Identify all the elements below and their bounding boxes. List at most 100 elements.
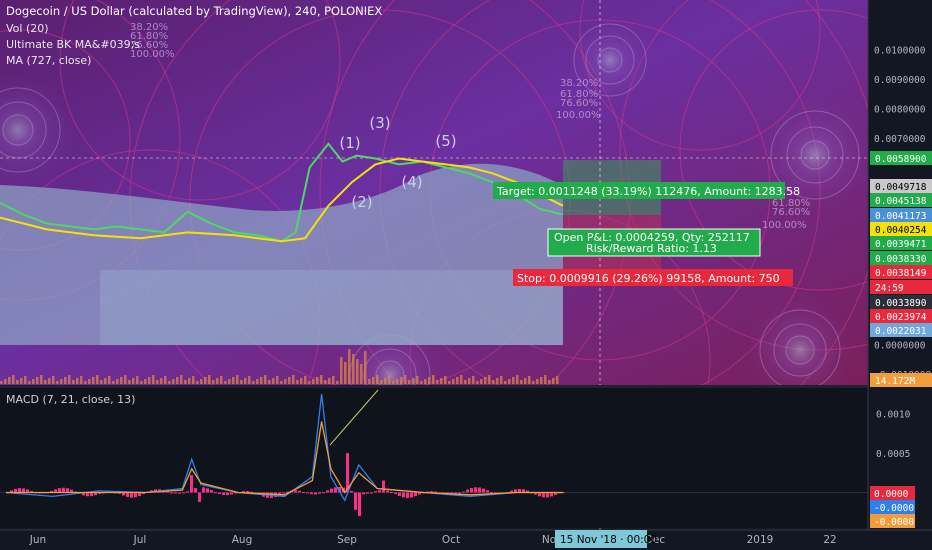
target-label[interactable]: Target: 0.0011248 (33.19%) 112476, Amoun… [493, 182, 800, 199]
volume-bar [112, 381, 115, 384]
volume-bar [536, 379, 539, 384]
volume-bar [184, 380, 187, 384]
volume-bar [128, 380, 131, 384]
volume-bar [268, 380, 271, 384]
stop-label-text: Stop: 0.0009916 (29.26%) 99158, Amount: … [517, 272, 780, 285]
volume-bar [364, 351, 367, 384]
macd-histogram-bar [366, 492, 369, 494]
price-label-text: 0.0040254 [875, 225, 927, 236]
volume-bar [440, 378, 443, 384]
volume-bar [192, 376, 195, 384]
volume-bar [376, 375, 379, 384]
macd-tick-label: 0.0010 [876, 410, 911, 421]
volume-bar [108, 376, 111, 384]
macd-histogram-bar [382, 480, 385, 493]
price-label-text: 0.0049718 [875, 182, 927, 193]
volume-bar [348, 349, 351, 384]
price-tick-label: 0.0090000 [874, 75, 926, 86]
chart-title: Dogecoin / US Dollar (calculated by Trad… [6, 4, 382, 18]
macd-histogram-bar [370, 492, 373, 494]
volume-bar [256, 379, 259, 384]
target-label-text: Target: 0.0011248 (33.19%) 112476, Amoun… [496, 185, 800, 198]
volume-bar [512, 377, 515, 384]
price-tick-label: 0.0070000 [874, 134, 926, 145]
wave-label: (3) [369, 114, 390, 132]
fib-label: 100.00% [556, 110, 601, 121]
macd-histogram-bar [294, 490, 297, 493]
volume-bar [136, 376, 139, 384]
stop-label[interactable]: Stop: 0.0009916 (29.26%) 99158, Amount: … [513, 269, 793, 286]
macd-histogram-bar [214, 492, 217, 494]
volume-bar [524, 378, 527, 384]
volume-bar [336, 381, 339, 384]
volume-bar [64, 377, 67, 384]
volume-bar [340, 357, 343, 384]
volume-bar [304, 376, 307, 384]
volume-bar [484, 377, 487, 384]
macd-histogram-bar [318, 492, 321, 494]
volume-bar [496, 378, 499, 384]
macd-histogram-bar [62, 487, 65, 493]
volume-bar [52, 376, 55, 384]
volume-bar [232, 377, 235, 384]
volume-bar [48, 378, 51, 384]
volume-bar [164, 376, 167, 384]
risk-reward-text: Risk/Reward Ratio: 1.13 [586, 242, 717, 255]
volume-bar [296, 380, 299, 384]
volume-bar [168, 381, 171, 384]
macd-histogram-bar [298, 490, 301, 493]
volume-bar [180, 375, 183, 384]
volume-bar [328, 378, 331, 384]
macd-histogram-bar [378, 490, 381, 493]
macd-histogram-bar [314, 492, 317, 495]
macd-histogram-bar [198, 492, 201, 502]
fib-label: 76.60% [772, 207, 810, 218]
indicator-ma[interactable]: MA (727, close) [6, 54, 91, 67]
macd-label-text: -0.0000 [874, 503, 914, 514]
volume-bar [392, 381, 395, 384]
volume-bar [244, 378, 247, 384]
indicator-ultimate-bk[interactable]: Ultimate BK MA&#039;s [6, 38, 140, 51]
volume-bar [144, 379, 147, 384]
volume-bar [260, 377, 263, 384]
price-label-text: 0.0058900 [875, 154, 927, 165]
volume-bar [140, 381, 143, 384]
time-cursor-label: 15 Nov '18 · 00:00 [555, 530, 657, 548]
volume-bar [388, 376, 391, 384]
macd-histogram-bar [358, 492, 361, 517]
volume-bar [212, 380, 215, 384]
volume-bar [352, 354, 355, 384]
volume-bar [444, 376, 447, 384]
macd-histogram-bar [66, 488, 69, 493]
volume-bar [448, 381, 451, 384]
volume-bar [200, 379, 203, 384]
price-label-text: 0.0045138 [875, 196, 927, 207]
volume-bar [372, 377, 375, 384]
macd-histogram-bar [470, 488, 473, 493]
volume-bar [316, 377, 319, 384]
indicator-vol[interactable]: Vol (20) [6, 22, 49, 35]
volume-bar [384, 378, 387, 384]
macd-histogram-bar [482, 488, 485, 493]
macd-title[interactable]: MACD (7, 21, close, 13) [6, 393, 135, 406]
macd-histogram-bar [18, 488, 21, 493]
time-tick-label: Jul [133, 534, 147, 546]
pnl-label[interactable]: Open P&L: 0.0004259, Qty: 252117 Risk/Re… [547, 228, 761, 257]
macd-histogram-bar [210, 490, 213, 493]
volume-bar [120, 377, 123, 384]
price-label-text: 0.0039471 [875, 239, 927, 250]
volume-bar [380, 380, 383, 384]
volume-bar [84, 381, 87, 384]
macd-label-text: 0.0000 [874, 489, 909, 500]
pane-divider[interactable] [0, 385, 932, 388]
macd-histogram-bar [202, 487, 205, 493]
volume-bar [312, 379, 315, 384]
volume-bar [80, 376, 83, 384]
volume-bar [68, 375, 71, 384]
volume-bar [472, 376, 475, 384]
macd-histogram-bar [322, 492, 325, 494]
volume-bar [292, 375, 295, 384]
chart-canvas[interactable]: (1)(2)(3)(4)(5) 38.20%61.80%76.60%100.00… [0, 0, 932, 550]
macd-histogram-bar [474, 487, 477, 493]
volume-bar [556, 376, 559, 384]
